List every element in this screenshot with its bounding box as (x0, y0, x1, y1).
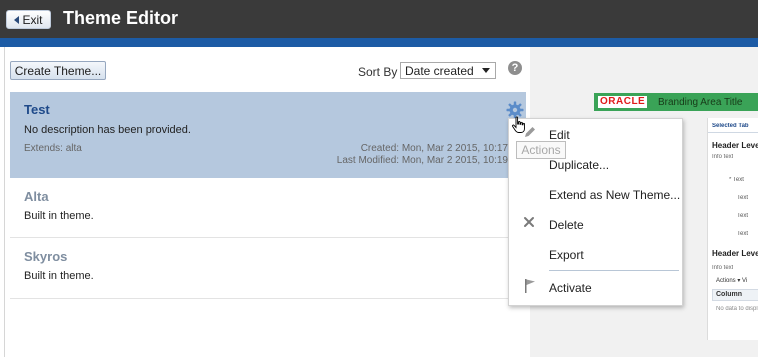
menu-item-extend[interactable]: Extend as New Theme... (549, 188, 680, 202)
preview-field-label: Text (737, 213, 749, 219)
preview-field-label: * Text (729, 177, 744, 183)
menu-item-delete[interactable]: Delete (549, 218, 584, 232)
preview-info-1: Info text (712, 154, 734, 160)
preview-field-label: Text (737, 231, 749, 237)
theme-name: Test (24, 102, 50, 117)
theme-row-skyros[interactable]: Skyros Built in theme. (10, 239, 526, 299)
theme-description: No description has been provided. (24, 124, 191, 136)
theme-description: Built in theme. (24, 210, 94, 222)
theme-name: Alta (24, 189, 49, 204)
preview-tab-divider (708, 132, 758, 133)
preview-field-label: Text (737, 195, 749, 201)
preview-column-header: Column (716, 291, 743, 298)
preview-selected-tab: Selected Tab (712, 123, 749, 129)
sort-by-value: Date created (405, 63, 474, 78)
menu-item-duplicate[interactable]: Duplicate... (549, 158, 609, 172)
help-icon[interactable]: ? (508, 61, 522, 75)
exit-button-label: Exit (22, 12, 43, 27)
theme-created: Created: Mon, Mar 2 2015, 10:17 (360, 143, 508, 154)
preview-no-data: No data to displ (716, 306, 758, 312)
create-theme-button[interactable]: Create Theme... (10, 61, 106, 80)
preview-info-2: Info text (712, 265, 734, 271)
preview-actions: Actions ▾ Vi (716, 278, 748, 284)
preview-card: Selected Tab Header Leve Info text * Tex… (707, 118, 758, 340)
oracle-logo: ORACLE (598, 96, 648, 108)
exit-button[interactable]: Exit (6, 10, 51, 29)
page-title: Theme Editor (63, 8, 179, 28)
theme-extends: Extends: alta (24, 143, 82, 154)
preview-header-2: Header Leve (712, 249, 758, 258)
x-icon (524, 217, 534, 227)
theme-row-test[interactable]: Test No description has been provided. E… (10, 92, 526, 178)
actions-tooltip: Actions (516, 141, 566, 159)
menu-item-activate[interactable]: Activate (549, 281, 592, 295)
branding-title: Branding Area Title (658, 97, 743, 108)
menu-item-export[interactable]: Export (549, 248, 584, 262)
theme-name: Skyros (24, 249, 68, 264)
chevron-down-icon (482, 68, 490, 73)
theme-last-modified: Last Modified: Mon, Mar 2 2015, 10:19 (336, 155, 508, 166)
back-arrow-icon (14, 15, 20, 24)
theme-row-alta[interactable]: Alta Built in theme. (10, 179, 526, 238)
hand-cursor-icon (511, 116, 525, 133)
flag-icon (525, 279, 535, 293)
theme-description: Built in theme. (24, 270, 94, 282)
accent-bar (0, 38, 758, 47)
sort-by-select[interactable]: Date created (400, 62, 496, 79)
menu-separator (549, 270, 679, 271)
preview-header-1: Header Leve (712, 141, 758, 150)
menu-item-edit[interactable]: Edit (549, 128, 570, 142)
sort-by-label: Sort By (358, 65, 398, 79)
